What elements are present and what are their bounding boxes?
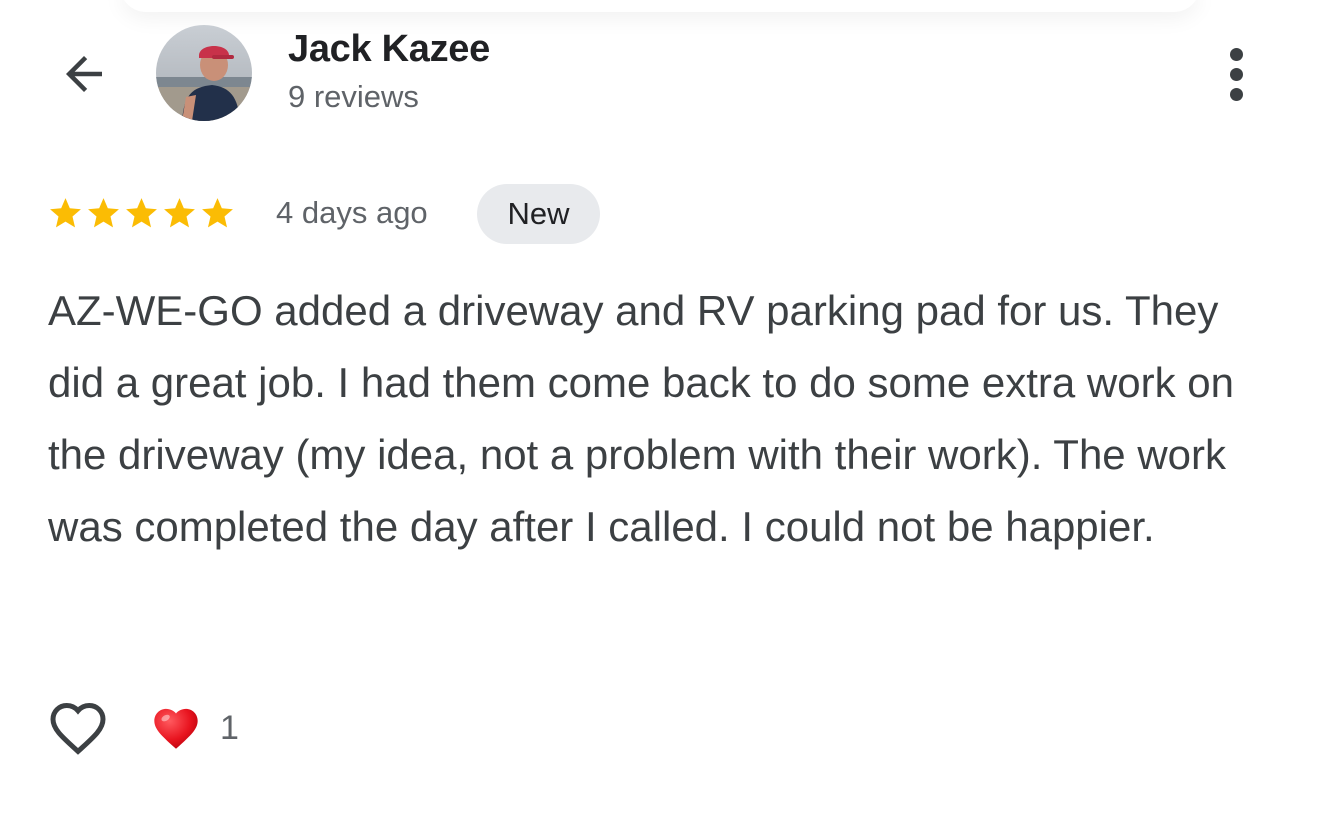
star-icon [202, 198, 233, 228]
reaction-summary[interactable]: 1 [150, 702, 239, 754]
star-icon [50, 198, 81, 228]
reaction-count: 1 [220, 708, 239, 747]
avatar[interactable] [156, 25, 252, 121]
red-heart-icon [154, 708, 198, 749]
new-badge: New [477, 184, 600, 244]
more-vert-icon-dot [1229, 87, 1243, 101]
more-vert-icon-dot [1229, 67, 1243, 81]
reviewer-name[interactable]: Jack Kazee [288, 28, 490, 71]
star-icon [126, 198, 157, 228]
heart-outline-icon [50, 702, 106, 755]
review-text: AZ-WE-GO added a driveway and RV parking… [48, 287, 1234, 550]
review-time: 4 days ago [276, 195, 428, 230]
star-icon [88, 198, 119, 228]
review-count[interactable]: 9 reviews [288, 79, 419, 115]
profile-photo [156, 25, 252, 121]
like-button[interactable] [44, 696, 112, 760]
star-rating [47, 195, 236, 232]
star-icon [164, 198, 195, 228]
top-sheet-edge [120, 0, 1200, 12]
arrow-left-icon [66, 56, 102, 92]
more-options-button[interactable] [1212, 42, 1260, 106]
more-vert-icon [1229, 47, 1243, 61]
back-button[interactable] [52, 42, 116, 106]
